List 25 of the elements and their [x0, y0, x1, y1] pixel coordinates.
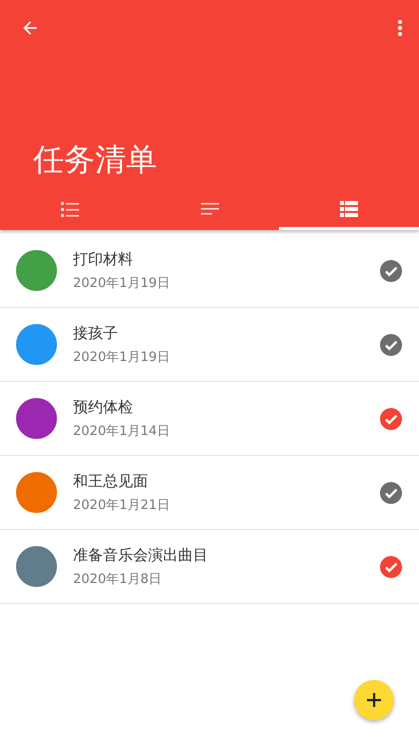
task-row[interactable]: 准备音乐会演出曲目 2020年1月8日 — [0, 530, 419, 604]
check-icon[interactable] — [380, 408, 402, 430]
task-date: 2020年1月19日 — [73, 274, 171, 292]
check-icon[interactable] — [380, 260, 402, 282]
check-icon[interactable] — [380, 334, 402, 356]
task-row[interactable]: 预约体检 2020年1月14日 — [0, 382, 419, 456]
task-date: 2020年1月19日 — [73, 348, 171, 366]
task-title: 和王总见面 — [73, 472, 149, 490]
task-date: 2020年1月8日 — [73, 570, 163, 588]
task-row[interactable]: 打印材料 2020年1月19日 — [0, 234, 419, 308]
check-icon[interactable] — [380, 556, 402, 578]
task-title: 打印材料 — [73, 250, 134, 268]
task-title: 准备音乐会演出曲目 — [73, 546, 209, 564]
add-button[interactable] — [354, 680, 394, 720]
task-date: 2020年1月14日 — [73, 422, 171, 440]
more-vertical-icon — [397, 19, 403, 37]
list-icon — [339, 198, 360, 218]
task-title: 接孩子 — [73, 324, 119, 342]
task-row[interactable]: 和王总见面 2020年1月21日 — [0, 456, 419, 530]
check-icon[interactable] — [380, 482, 402, 504]
task-date: 2020年1月21日 — [73, 496, 171, 514]
plus-icon — [366, 692, 382, 708]
page-title: 任务清单 — [33, 141, 157, 180]
task-title: 预约体检 — [73, 398, 134, 416]
task-row[interactable]: 接孩子 2020年1月19日 — [0, 308, 419, 382]
